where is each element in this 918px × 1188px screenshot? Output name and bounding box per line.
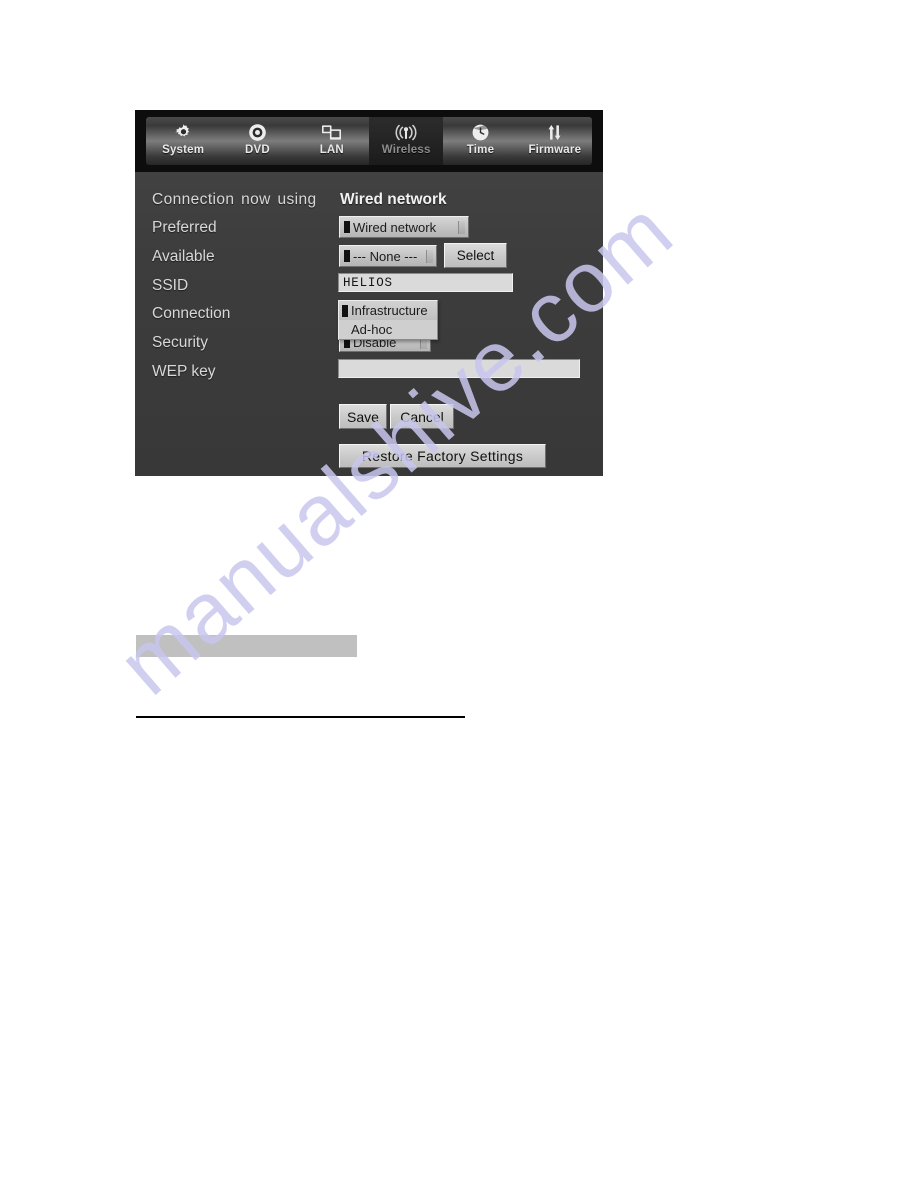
dropdown-bullet-icon	[344, 221, 350, 233]
select-button[interactable]: Select	[444, 243, 507, 268]
wireless-settings-form: Connection now using Wired network Prefe…	[135, 172, 603, 476]
tab-firmware[interactable]: Firmware	[518, 117, 592, 165]
chevron-down-icon	[458, 220, 465, 234]
tab-label: Wireless	[381, 144, 431, 156]
updown-arrows-icon	[545, 121, 564, 143]
tab-time[interactable]: Time	[443, 117, 517, 165]
restore-factory-settings-label: Restore Factory Settings	[361, 448, 524, 464]
restore-factory-settings-button[interactable]: Restore Factory Settings	[339, 444, 546, 468]
wep-key-input[interactable]	[338, 359, 580, 378]
tab-label: Firmware	[528, 144, 582, 156]
save-button-label: Save	[347, 408, 379, 425]
connection-label: Connection	[152, 305, 231, 322]
connection-option-label: Ad-hoc	[351, 322, 393, 337]
tab-system[interactable]: System	[146, 117, 220, 165]
security-label: Security	[152, 334, 208, 351]
highlighted-text-box	[136, 635, 357, 657]
available-label: Available	[152, 248, 215, 265]
tab-label: Time	[466, 144, 495, 156]
preferred-selected-value: Wired network	[353, 219, 437, 235]
row-wep-key: WEP key	[135, 359, 603, 390]
chevron-down-icon	[426, 249, 433, 263]
connection-option-adhoc[interactable]: Ad-hoc	[339, 320, 437, 339]
preferred-label: Preferred	[152, 219, 217, 236]
tab-bar: System DVD LAN Wireless Time Firmware	[135, 110, 603, 172]
disc-icon	[248, 121, 267, 143]
horizontal-rule	[136, 716, 465, 718]
connection-dropdown-open-list[interactable]: Infrastructure Ad-hoc	[338, 300, 438, 340]
wep-key-label: WEP key	[152, 363, 216, 380]
network-icon	[321, 121, 342, 143]
preferred-network-dropdown[interactable]: Wired network	[339, 216, 469, 238]
wireless-icon	[394, 121, 418, 143]
save-button[interactable]: Save	[339, 404, 387, 429]
connection-option-label: Infrastructure	[351, 303, 428, 318]
dropdown-bullet-icon	[342, 304, 348, 317]
ssid-value: HELIOS	[343, 275, 393, 290]
tab-dvd[interactable]: DVD	[220, 117, 294, 165]
select-button-label: Select	[456, 247, 495, 263]
tab-label: System	[162, 144, 205, 156]
ssid-input[interactable]: HELIOS	[338, 273, 513, 292]
tab-wireless[interactable]: Wireless	[368, 117, 444, 165]
gear-icon	[174, 121, 193, 143]
dropdown-bullet-icon	[344, 250, 350, 262]
cancel-button-label: Cancel	[400, 408, 444, 425]
available-selected-value: --- None ---	[353, 248, 418, 264]
connection-now-using-value: Wired network	[340, 191, 447, 208]
device-settings-screenshot: System DVD LAN Wireless Time Firmware Co…	[135, 110, 603, 476]
connection-now-using-label: Connection now using	[152, 191, 317, 208]
cancel-button[interactable]: Cancel	[390, 404, 454, 429]
row-preferred: Preferred Wired network	[135, 216, 603, 246]
clock-icon	[471, 121, 490, 143]
connection-option-infrastructure[interactable]: Infrastructure	[339, 301, 437, 320]
tab-bar-inner: System DVD LAN Wireless Time Firmware	[146, 117, 592, 165]
row-connection-now-using: Connection now using Wired network	[135, 190, 603, 218]
tab-lan[interactable]: LAN	[295, 117, 369, 165]
tab-label: DVD	[245, 144, 270, 156]
row-available: Available --- None --- Select	[135, 243, 603, 275]
tab-label: LAN	[319, 144, 344, 156]
available-network-dropdown[interactable]: --- None ---	[339, 245, 437, 267]
ssid-label: SSID	[152, 277, 189, 294]
